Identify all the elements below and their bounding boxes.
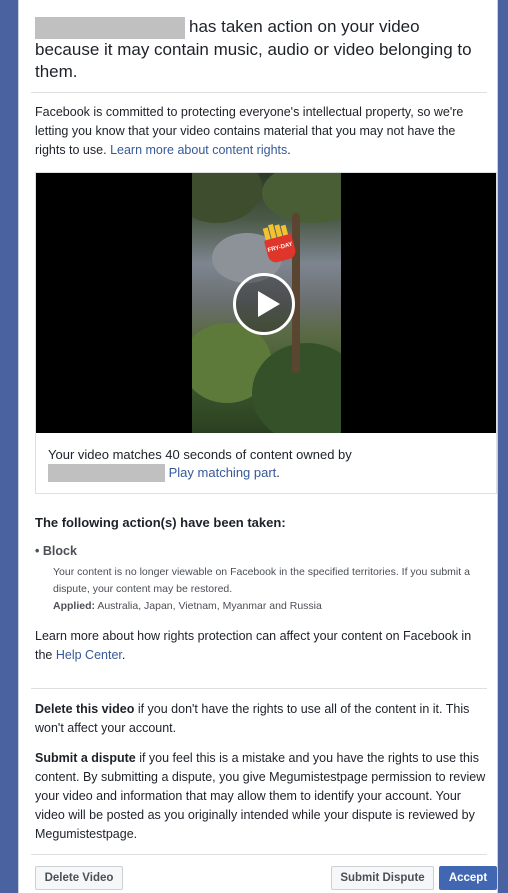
- rights-notice-dialog: has taken action on your video because i…: [18, 0, 498, 893]
- delete-video-button[interactable]: Delete Video: [35, 866, 123, 890]
- content-rights-link[interactable]: Learn more about content rights: [110, 143, 287, 157]
- action-name: Block: [42, 544, 77, 558]
- intro-paragraph: Facebook is committed to protecting ever…: [35, 105, 464, 157]
- play-matching-part-link[interactable]: Play matching part: [169, 465, 277, 480]
- delete-info-bold: Delete this video: [35, 702, 135, 716]
- page-background-right: [498, 0, 508, 893]
- submit-dispute-button[interactable]: Submit Dispute: [331, 866, 434, 890]
- action-block: • Block: [35, 544, 77, 558]
- action-description: Your content is no longer viewable on Fa…: [53, 564, 493, 615]
- video-card: FRY-DAY Your video matches 40 seconds of…: [35, 172, 497, 494]
- match-text: Your video matches 40 seconds of content…: [48, 447, 352, 462]
- delete-info-paragraph: Delete this video if you don't have the …: [35, 700, 485, 738]
- accept-button[interactable]: Accept: [439, 866, 497, 890]
- redacted-content-owner: [48, 464, 165, 482]
- learn-more-paragraph: Learn more about how rights protection c…: [35, 629, 472, 662]
- section-divider: [31, 688, 487, 689]
- action-description-text: Your content is no longer viewable on Fa…: [53, 566, 470, 595]
- redacted-rights-owner: [35, 16, 185, 39]
- help-center-link[interactable]: Help Center: [56, 648, 122, 662]
- video-player[interactable]: FRY-DAY: [36, 173, 496, 433]
- video-thumbnail: FRY-DAY: [192, 173, 341, 433]
- footer-divider: [31, 854, 487, 855]
- applied-territories: Australia, Japan, Vietnam, Myanmar and R…: [97, 600, 322, 612]
- header-divider: [31, 92, 487, 93]
- dispute-info-paragraph: Submit a dispute if you feel this is a m…: [35, 749, 487, 844]
- play-icon[interactable]: [233, 273, 295, 335]
- applied-label: Applied:: [53, 600, 95, 612]
- match-caption: Your video matches 40 seconds of content…: [48, 447, 352, 482]
- actions-title: The following action(s) have been taken:: [35, 515, 286, 530]
- dispute-info-bold: Submit a dispute: [35, 751, 136, 765]
- page-background-left: [0, 0, 18, 893]
- dialog-header: has taken action on your video because i…: [35, 16, 487, 83]
